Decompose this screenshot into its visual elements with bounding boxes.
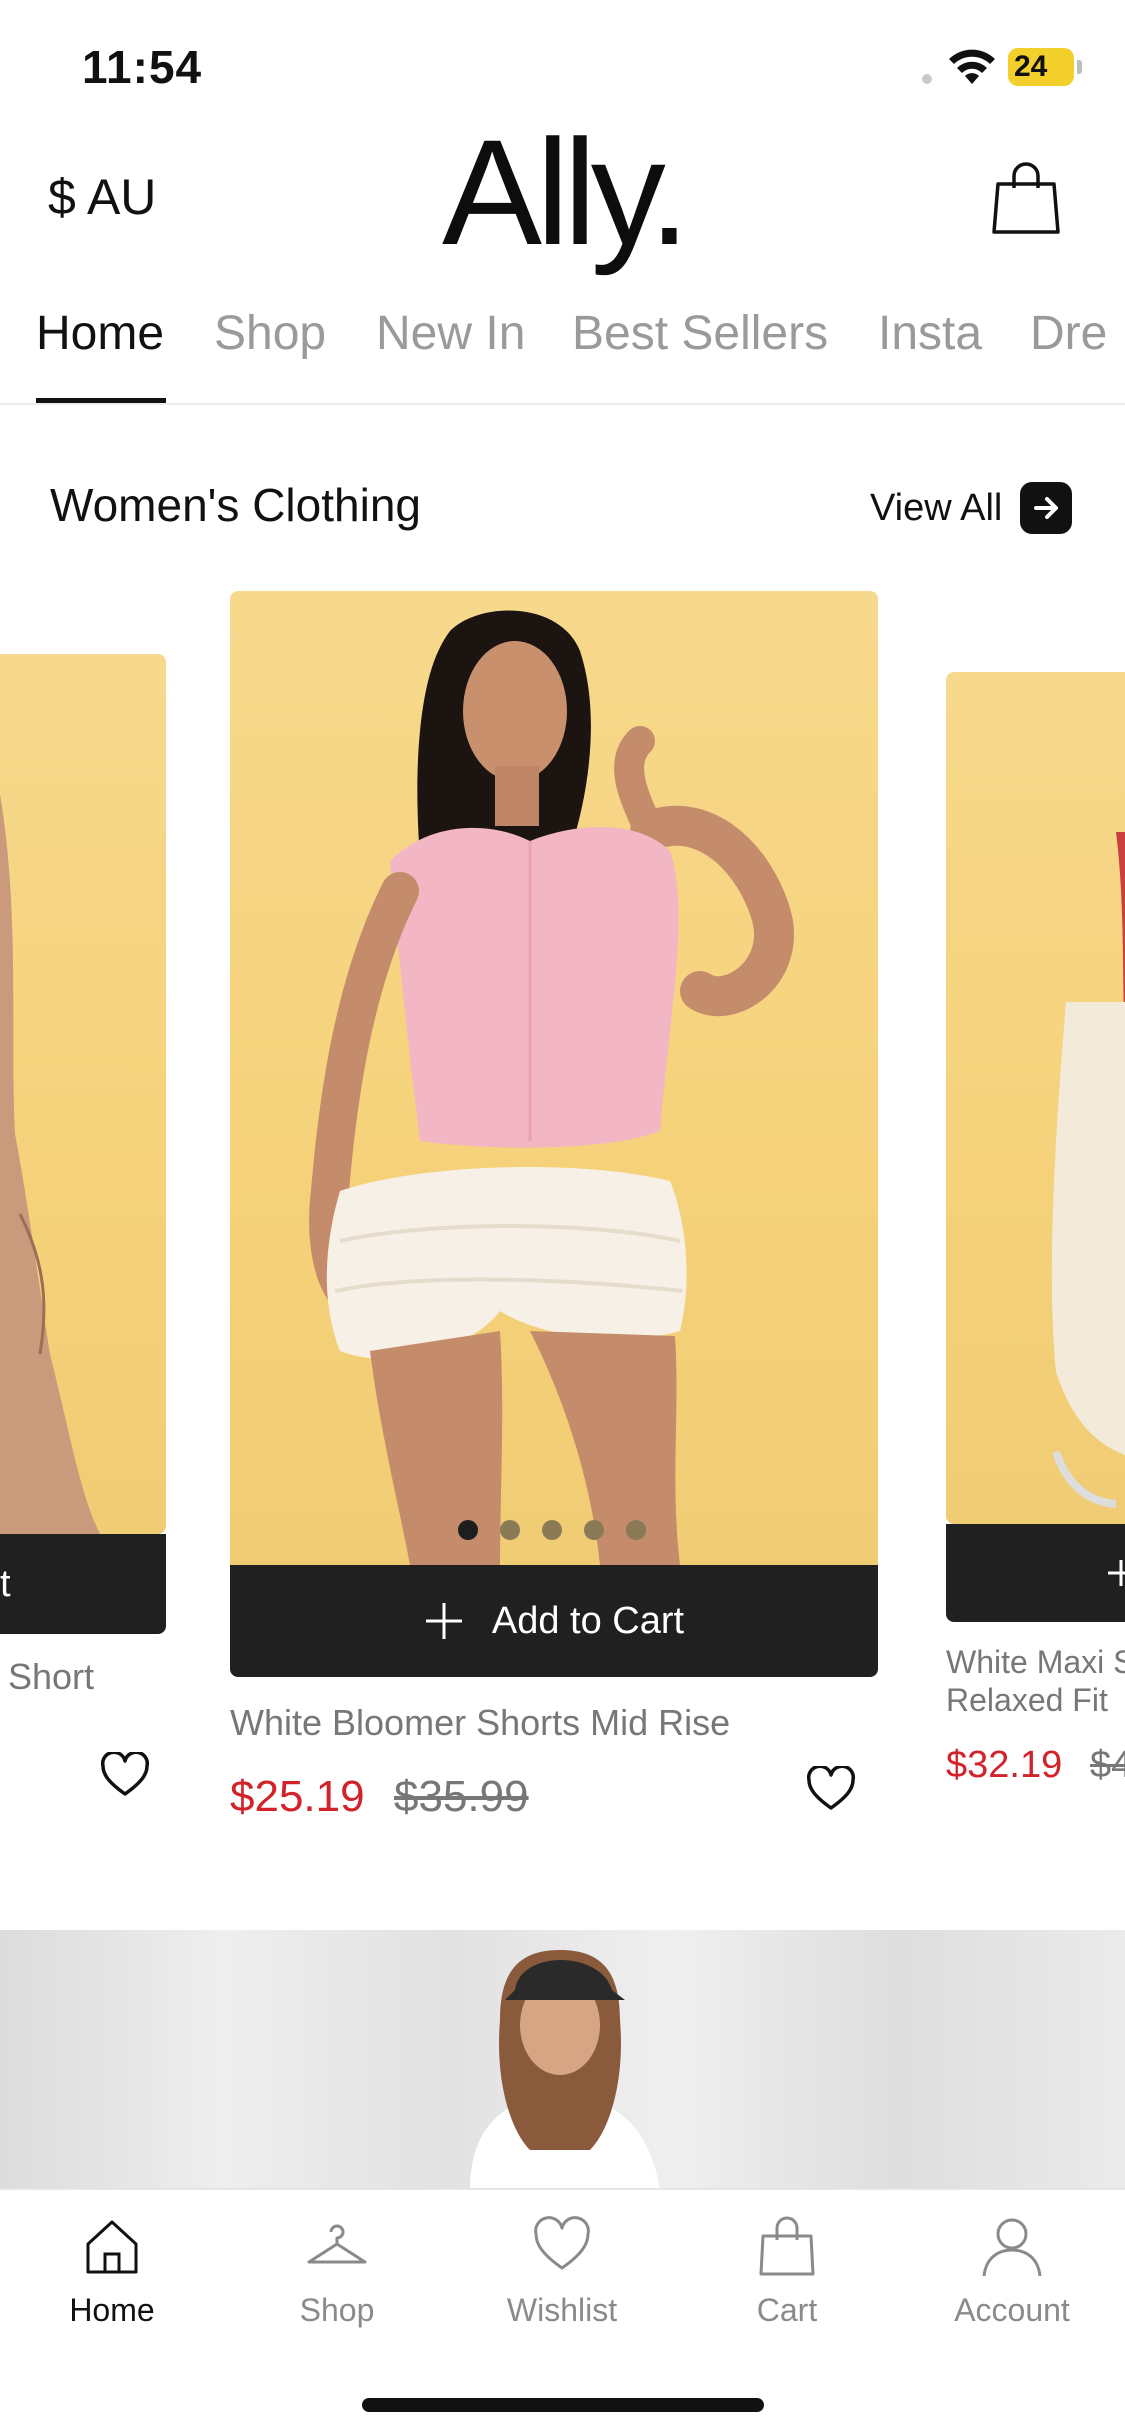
original-price-right: $4 [1090,1744,1125,1786]
product-name[interactable]: White Bloomer Shorts Mid Rise [230,1702,730,1744]
wishlist-heart-icon[interactable] [806,1766,856,1812]
tab-home[interactable]: Home [36,306,164,361]
user-icon [982,2218,1042,2277]
product-name-right-line1[interactable]: White Maxi S [946,1644,1125,1681]
model-figure-right [1051,832,1125,1508]
nav-label-cart: Cart [756,2292,818,2328]
carousel-dot[interactable] [458,1520,478,1540]
banner-model-figure [470,1950,660,2190]
view-all-label: View All [870,486,1003,529]
tab-new-in[interactable]: New In [376,306,525,361]
nav-label-home: Home [69,2292,155,2328]
add-to-cart-button[interactable]: Add to Cart [230,1565,878,1677]
model-figure-main [309,610,794,1565]
plus-icon [1108,1560,1125,1586]
add-to-cart-label-left: t [0,1562,11,1605]
add-to-cart-label: Add to Cart [491,1599,685,1642]
carousel-dot[interactable] [500,1520,520,1540]
nav-wishlist[interactable]: Wishlist [462,2214,662,2354]
battery-level: 24 [1014,50,1048,83]
arrow-right-icon [1020,482,1073,534]
brand-logo[interactable]: Ally. [442,112,690,272]
image-carousel-dots [458,1520,646,1540]
heart-icon [534,2216,590,2270]
home-indicator [362,2398,764,2412]
add-to-cart-button-left[interactable]: t [0,1534,166,1634]
shopping-bag-icon[interactable] [990,160,1062,236]
tab-best-sellers[interactable]: Best Sellers [572,306,828,361]
product-image-right[interactable] [946,672,1125,1524]
hanger-icon [307,2224,367,2264]
plus-icon [425,1603,462,1639]
add-to-cart-button-right[interactable] [946,1524,1125,1622]
status-dot [922,74,932,84]
battery-cap [1077,60,1082,74]
original-price: $35.99 [394,1772,529,1821]
section-title: Women's Clothing [50,479,421,531]
nav-account[interactable]: Account [912,2214,1112,2354]
carousel-dot[interactable] [626,1520,646,1540]
tab-dresses[interactable]: Dre [1030,306,1107,361]
home-icon [86,2220,138,2274]
nav-home[interactable]: Home [12,2214,212,2354]
promo-banner[interactable] [0,1930,1125,2190]
currency-selector[interactable]: $ AU [48,168,156,226]
active-tab-indicator [36,398,166,403]
wishlist-heart-icon-left[interactable] [100,1752,150,1798]
nav-cart[interactable]: Cart [687,2214,887,2354]
nav-label-wishlist: Wishlist [506,2292,618,2328]
sale-price: $25.19 [230,1772,365,1821]
shopping-bag-icon [759,2216,815,2276]
carousel-dot[interactable] [584,1520,604,1540]
nav-shop[interactable]: Shop [237,2214,437,2354]
tab-insta[interactable]: Insta [878,306,982,361]
nav-label-shop: Shop [299,2292,375,2328]
sale-price-right: $32.19 [946,1744,1063,1786]
product-name-right-line2[interactable]: Relaxed Fit [946,1682,1108,1719]
model-figure-left [0,794,100,1534]
wifi-icon [949,49,995,84]
view-all-button[interactable]: View All [870,482,1073,534]
nav-label-account: Account [954,2292,1070,2328]
product-image-left[interactable] [0,654,166,1534]
status-time: 11:54 [82,41,203,93]
product-name-left[interactable]: Short [8,1656,94,1698]
battery-icon: 24 [1008,48,1074,86]
tab-shop[interactable]: Shop [214,306,326,361]
carousel-dot[interactable] [542,1520,562,1540]
category-tabs: Home Shop New In Best Sellers Insta Dre [0,290,1125,405]
product-image-main[interactable] [230,591,878,1565]
